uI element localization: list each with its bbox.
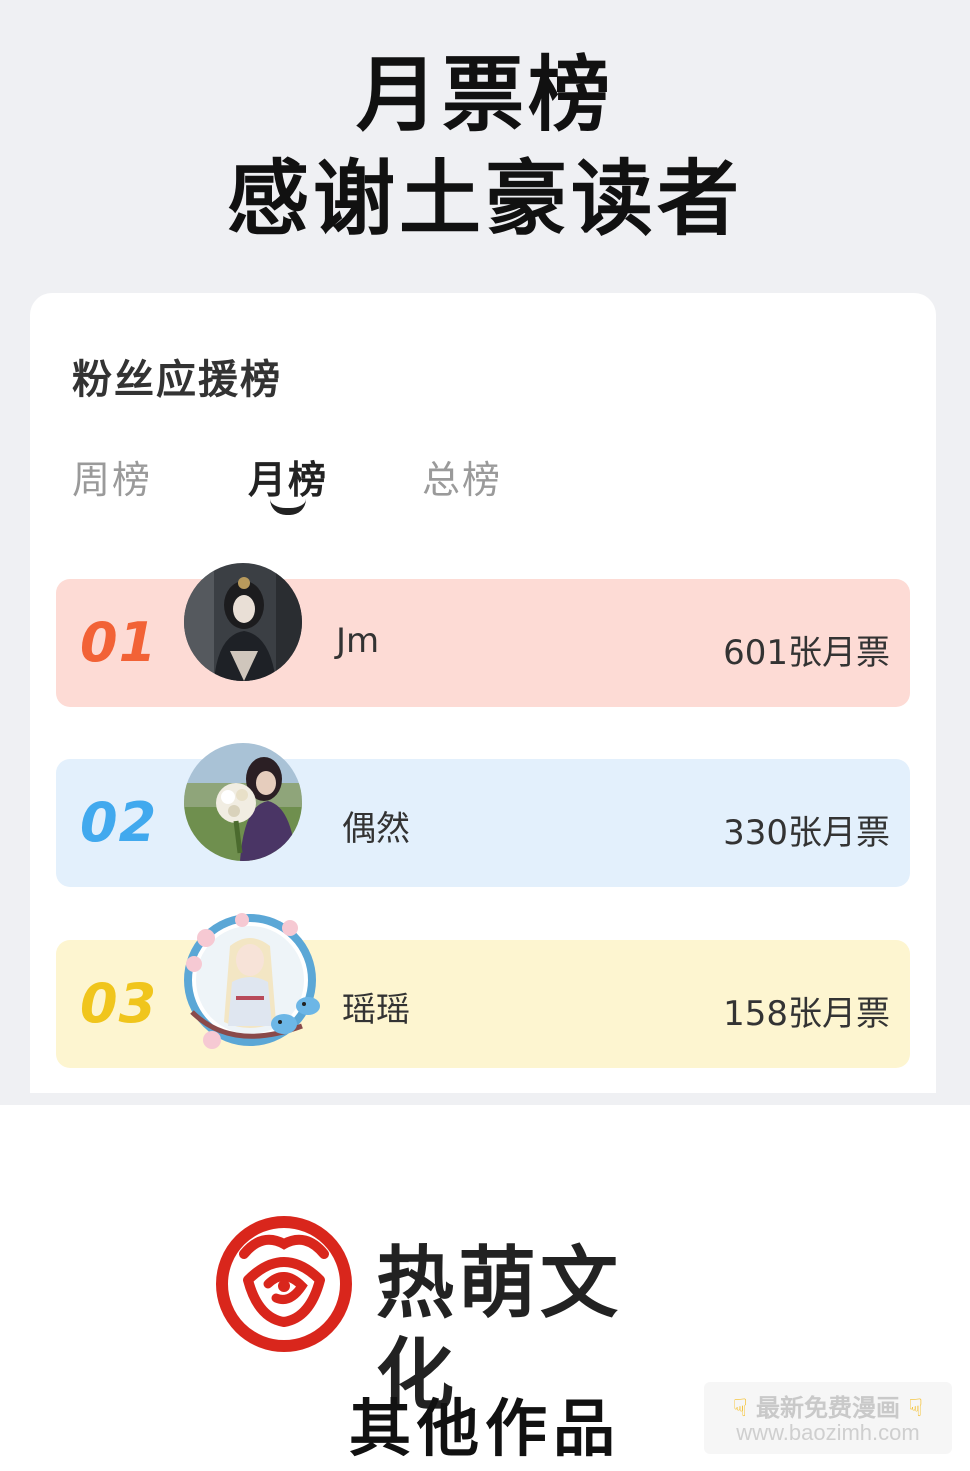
rank-number: 03 xyxy=(80,972,158,1035)
vote-count: 158张月票 xyxy=(723,994,890,1034)
tab-total[interactable]: 总榜 xyxy=(422,449,502,504)
tab-weekly[interactable]: 周榜 xyxy=(72,449,152,504)
watermark: ☟ 最新免费漫画 ☟ www.baozimh.com xyxy=(704,1382,952,1454)
watermark-url: www.baozimh.com xyxy=(736,1420,920,1445)
pointing-hand-icon: ☟ xyxy=(908,1394,923,1422)
fan-name: 瑶瑶 xyxy=(342,990,410,1030)
vote-count: 330张月票 xyxy=(723,813,890,853)
ranking-row-1[interactable]: 01 Jm 601张月票 xyxy=(56,563,910,707)
watermark-line1: ☟ 最新免费漫画 ☟ xyxy=(704,1388,952,1423)
page-subtitle: 感谢土豪读者 xyxy=(226,152,743,247)
avatar[interactable] xyxy=(184,743,302,861)
brand[interactable]: 热萌文化 xyxy=(214,1214,694,1421)
avatar-image xyxy=(184,563,302,681)
vote-count: 601张月票 xyxy=(723,633,890,673)
ranking-row-3[interactable]: 03 瑶瑶 158张月票 xyxy=(56,913,910,1068)
watermark-text: 最新免费漫画 xyxy=(756,1394,900,1422)
tab-monthly[interactable]: 月榜 xyxy=(248,449,328,504)
page-title: 月票榜 xyxy=(355,48,614,143)
pointing-hand-icon: ☟ xyxy=(733,1394,748,1422)
ranking-row-2[interactable]: 02 偶然 330张月票 xyxy=(56,743,910,887)
fan-name: Jm xyxy=(336,621,380,661)
avatar-image xyxy=(184,913,320,1049)
card-title: 粉丝应援榜 xyxy=(72,357,282,403)
fan-support-card: 粉丝应援榜 周榜 月榜 总榜 01 Jm 601张月票 02 偶然 330张月票… xyxy=(30,293,936,1093)
top-area: 月票榜 感谢土豪读者 粉丝应援榜 周榜 月榜 总榜 01 Jm 601张月票 0… xyxy=(0,0,970,1105)
rose-logo-icon xyxy=(216,1216,352,1352)
fan-name: 偶然 xyxy=(342,809,410,849)
avatar[interactable] xyxy=(172,902,328,1058)
avatar-image xyxy=(184,743,302,861)
active-tab-indicator xyxy=(270,499,306,515)
rank-number: 01 xyxy=(80,611,158,674)
avatar[interactable] xyxy=(184,563,302,681)
rank-number: 02 xyxy=(80,791,158,854)
